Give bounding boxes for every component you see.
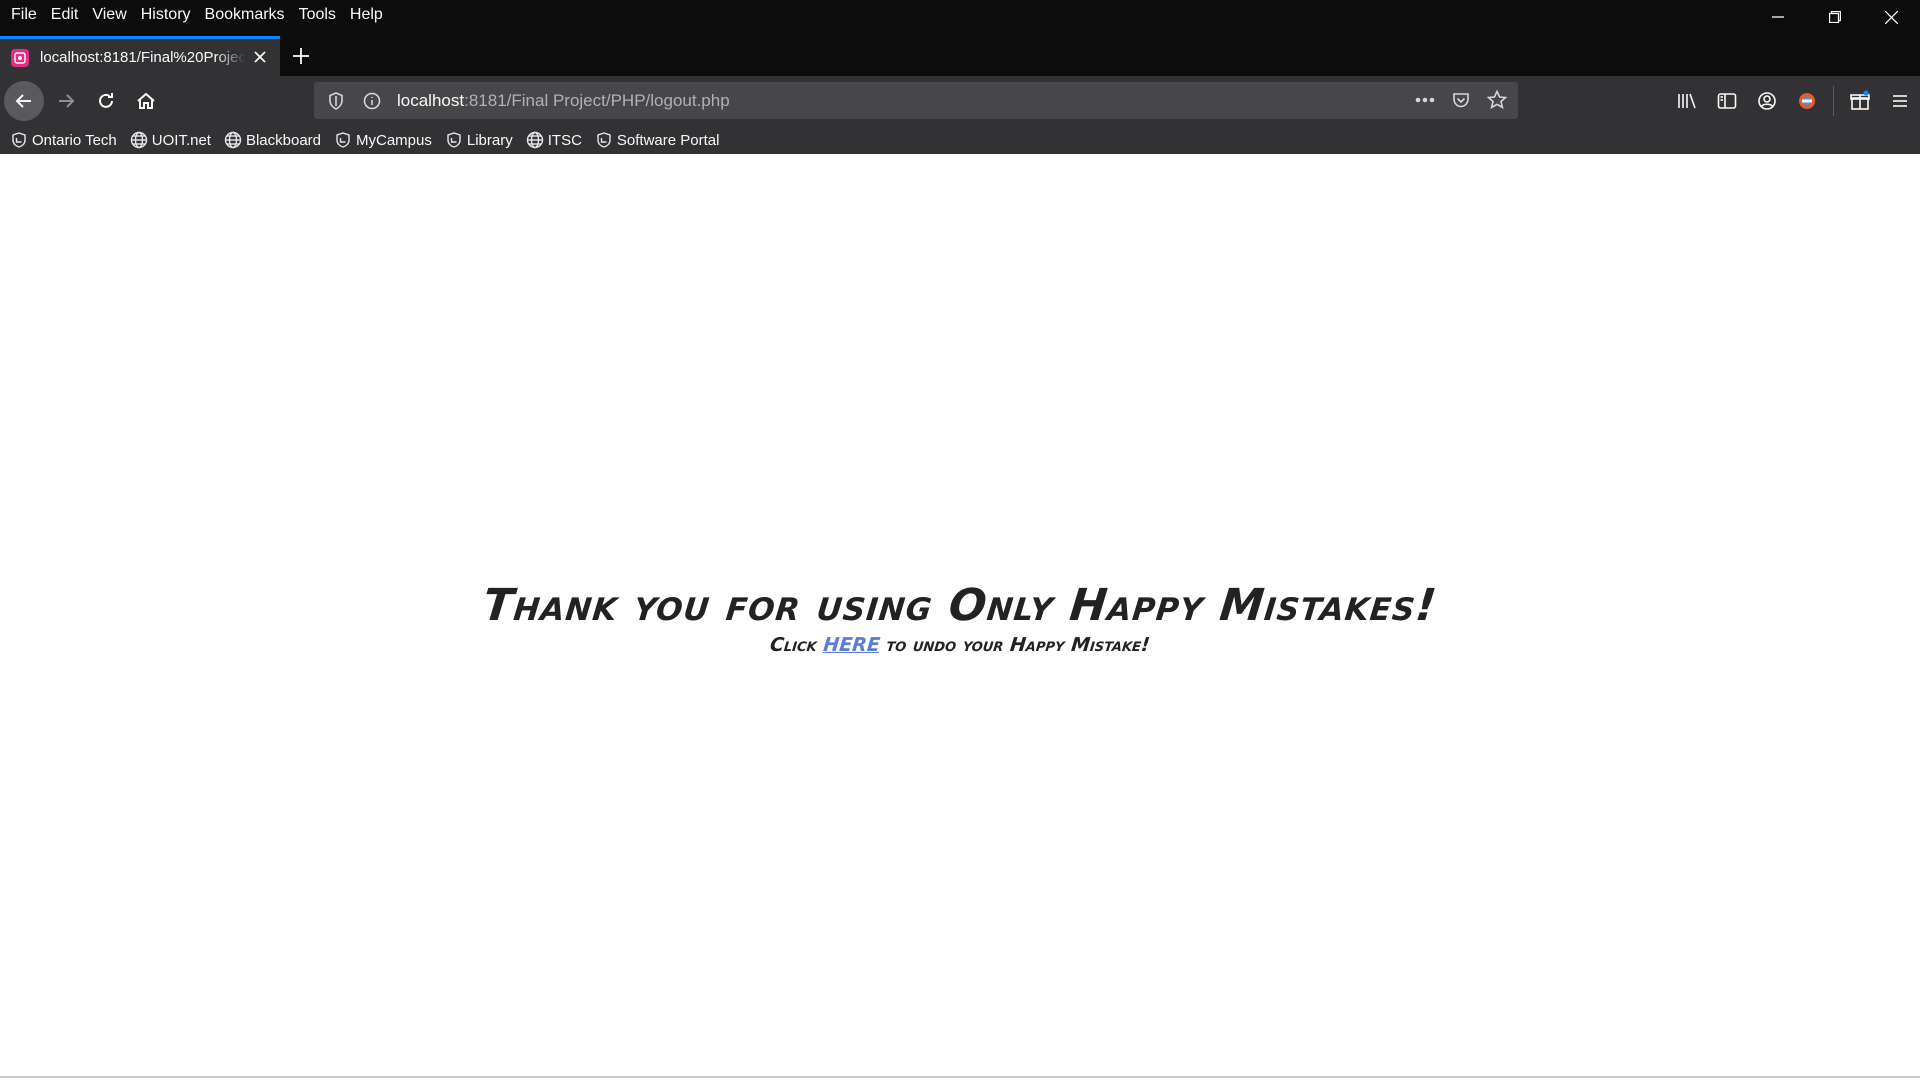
tab-close-button[interactable] <box>252 49 268 65</box>
tab-active[interactable]: localhost:8181/Final%20Project/PHP/logou… <box>0 36 280 76</box>
hamburger-menu-icon[interactable] <box>1880 84 1920 118</box>
menu-bookmarks[interactable]: Bookmarks <box>198 2 292 28</box>
reload-button[interactable] <box>86 81 126 121</box>
close-icon <box>1885 10 1898 24</box>
undo-prefix: Click <box>768 634 825 657</box>
bookmark-label: UOIT.net <box>151 131 211 149</box>
reload-icon <box>99 93 113 108</box>
toolbar-right <box>1667 84 1920 118</box>
bookmark-label: ITSC <box>547 131 582 149</box>
menu-view[interactable]: View <box>85 2 133 28</box>
close-window-button[interactable] <box>1863 0 1920 34</box>
tab-title: localhost:8181/Final%20Project/PHP/logou… <box>40 49 246 66</box>
close-icon <box>254 51 266 63</box>
bookmark-label: Software Portal <box>616 131 720 149</box>
shield-bookmark-icon <box>10 131 28 149</box>
bookmark-mycampus[interactable]: MyCampus <box>334 128 432 152</box>
globe-icon <box>224 131 242 149</box>
window-controls <box>1749 0 1920 34</box>
arrow-left-icon <box>15 94 31 108</box>
navigation-toolbar: localhost:8181/Final Project/PHP/logout.… <box>0 76 1920 126</box>
bookmarks-toolbar: Ontario Tech UOIT.net Blackboard MyCampu… <box>0 126 1920 154</box>
menu-edit[interactable]: Edit <box>44 2 86 28</box>
shield-bookmark-icon <box>445 131 463 149</box>
pocket-icon[interactable] <box>1450 89 1472 111</box>
url-actions <box>1414 89 1508 111</box>
restore-button[interactable] <box>1806 0 1863 34</box>
plus-icon <box>293 48 309 64</box>
tab-bar: localhost:8181/Final%20Project/PHP/logou… <box>0 30 1920 76</box>
app-favicon-icon <box>11 48 29 67</box>
undo-suffix: to undo your Happy Mistake! <box>878 634 1152 657</box>
undo-line: Click HERE to undo your Happy Mistake! <box>0 634 1920 656</box>
bookmark-uoit[interactable]: UOIT.net <box>130 128 211 152</box>
bookmark-ontario-tech[interactable]: Ontario Tech <box>10 128 117 152</box>
bookmark-software-portal[interactable]: Software Portal <box>595 128 720 152</box>
menu-history[interactable]: History <box>134 2 198 28</box>
shield-bookmark-icon <box>595 131 613 149</box>
bookmark-library[interactable]: Library <box>445 128 513 152</box>
menu-tools[interactable]: Tools <box>292 2 343 28</box>
bookmark-label: MyCampus <box>356 131 432 149</box>
menu-file[interactable]: File <box>4 2 44 28</box>
arrow-right-icon <box>59 94 75 108</box>
page-content: Thank you for using Only Happy Mistakes!… <box>0 154 1920 1078</box>
url-bar[interactable]: localhost:8181/Final Project/PHP/logout.… <box>314 82 1518 119</box>
whats-new-gift-icon[interactable] <box>1840 84 1880 118</box>
bookmark-blackboard[interactable]: Blackboard <box>224 128 321 152</box>
undo-link[interactable]: HERE <box>822 634 881 656</box>
bookmark-label: Blackboard <box>245 131 322 149</box>
account-icon[interactable] <box>1747 84 1787 118</box>
forward-button[interactable] <box>46 81 86 121</box>
home-icon <box>137 92 155 109</box>
restore-icon <box>1828 11 1841 23</box>
bookmark-label: Library <box>466 131 513 149</box>
url-text[interactable]: localhost:8181/Final Project/PHP/logout.… <box>397 91 730 111</box>
new-tab-button[interactable] <box>288 43 314 69</box>
logout-message: Thank you for using Only Happy Mistakes!… <box>0 580 1920 656</box>
bookmark-label: Ontario Tech <box>32 131 117 149</box>
menu-bar: File Edit View History Bookmarks Tools H… <box>0 0 1920 30</box>
back-button[interactable] <box>4 81 44 121</box>
minimize-icon <box>1771 16 1784 18</box>
bookmark-itsc[interactable]: ITSC <box>526 128 582 152</box>
globe-icon <box>130 131 148 149</box>
toolbar-separator <box>1833 86 1834 116</box>
page-title: Thank you for using Only Happy Mistakes! <box>480 580 1440 631</box>
url-path: :8181/Final Project/PHP/logout.php <box>464 90 730 110</box>
extension-icon[interactable] <box>1787 84 1827 118</box>
url-host: localhost <box>397 90 465 110</box>
page-actions-icon[interactable] <box>1414 89 1436 111</box>
globe-icon <box>526 131 544 149</box>
site-info-icon[interactable] <box>361 90 383 112</box>
tracking-shield-icon[interactable] <box>325 90 347 112</box>
bookmark-star-icon[interactable] <box>1486 89 1508 111</box>
bottom-edge <box>0 1076 1920 1078</box>
library-icon[interactable] <box>1667 84 1707 118</box>
minimize-button[interactable] <box>1749 0 1806 34</box>
shield-bookmark-icon <box>334 131 352 149</box>
sidebar-icon[interactable] <box>1707 84 1747 118</box>
menu-items: File Edit View History Bookmarks Tools H… <box>0 0 390 30</box>
menu-help[interactable]: Help <box>343 2 390 28</box>
home-button[interactable] <box>126 81 166 121</box>
